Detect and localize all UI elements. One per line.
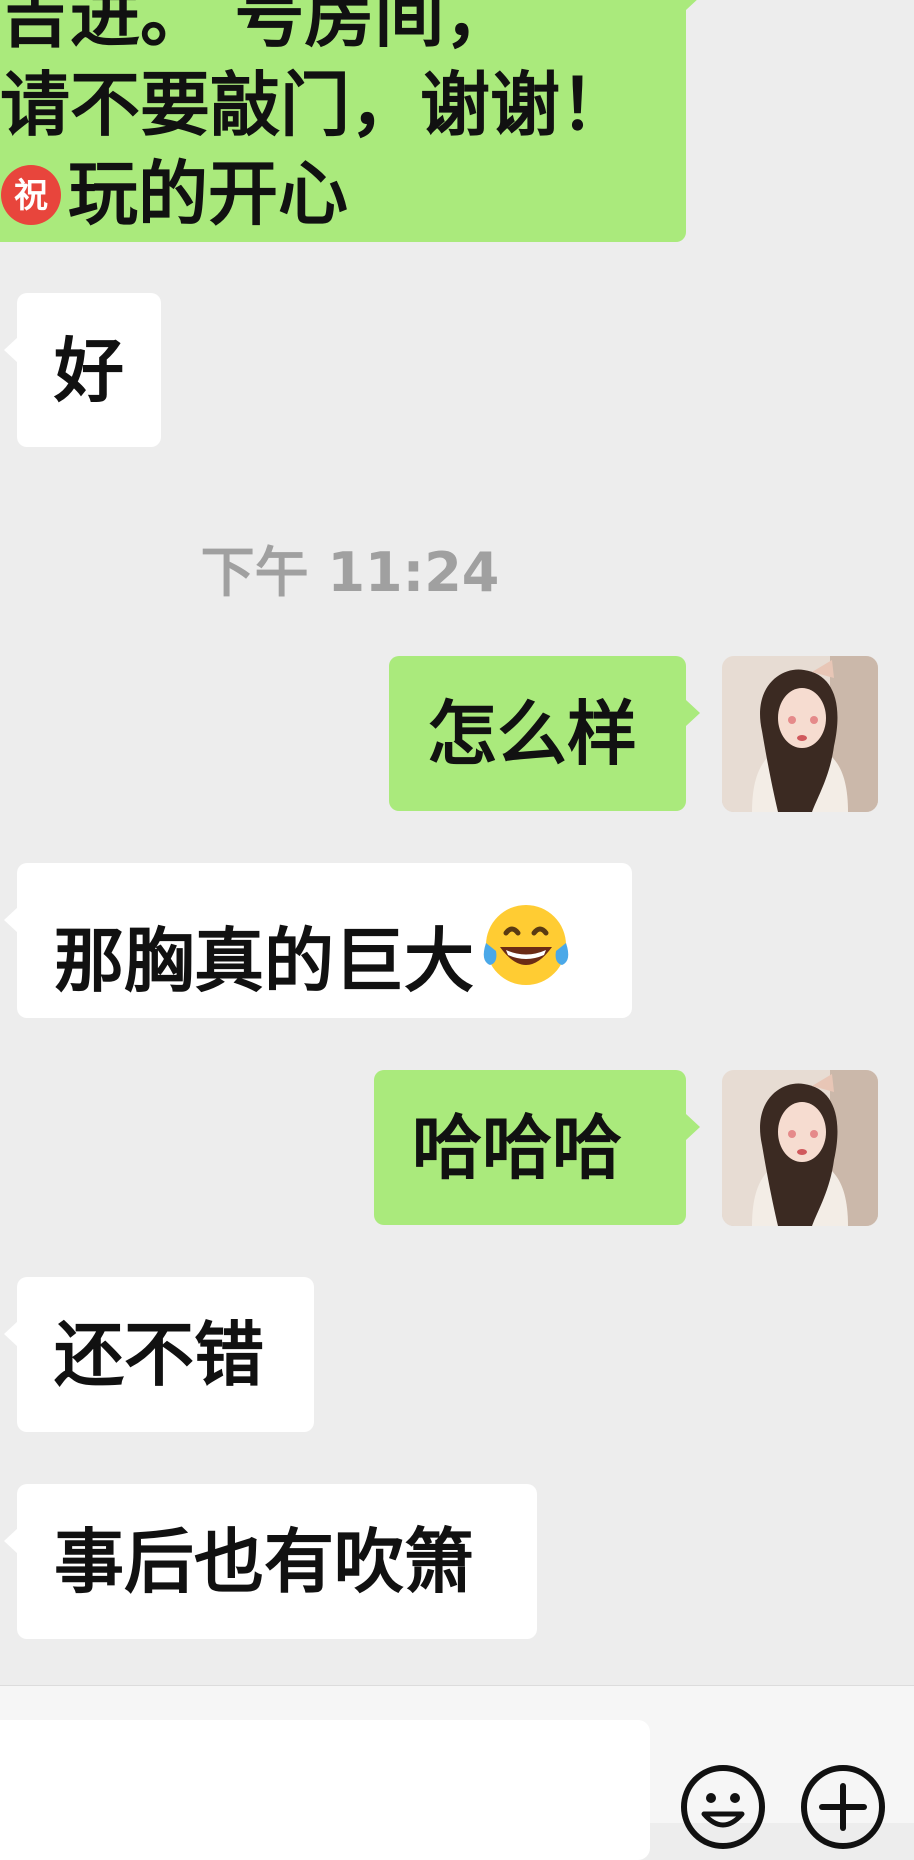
notice-line-3-text: 玩的开心 (68, 152, 348, 235)
notice-line-2: 请不要敲门，谢谢！ (0, 63, 630, 146)
message-text: 好 (54, 330, 124, 412)
message-bubble-outgoing-notice[interactable]: 吉进。 号房间， 请不要敲门，谢谢！ 祝 玩的开心 (0, 0, 700, 242)
message-text: 那胸真的巨大 (54, 920, 474, 1002)
message-text: 怎么样 (427, 693, 637, 775)
chat-timestamp: 下午 11:24 (200, 541, 500, 604)
notice-line-1: 吉进。 号房间， (0, 0, 515, 57)
avatar-portrait-icon (722, 656, 878, 812)
notice-line-3: 祝 玩的开心 (0, 150, 686, 247)
message-bubble-incoming[interactable]: 事后也有吹箫 (4, 1484, 537, 1639)
message-text: 哈哈哈 (412, 1107, 622, 1189)
message-bubble-outgoing[interactable]: 怎么样 (389, 656, 700, 811)
message-bubble-incoming[interactable]: 还不错 (4, 1277, 314, 1432)
plus-circle-icon[interactable] (800, 1764, 886, 1854)
message-bubble-incoming[interactable]: 好 (4, 293, 161, 447)
message-text: 还不错 (54, 1314, 264, 1396)
chat-input-bar (0, 1685, 914, 1860)
congratulations-icon: 祝 (0, 158, 62, 247)
message-input[interactable] (0, 1720, 650, 1860)
avatar[interactable] (722, 1070, 878, 1226)
message-bubble-incoming[interactable]: 那胸真的巨大 (4, 863, 632, 1018)
laughing-tears-emoji-icon (478, 897, 574, 1014)
avatar[interactable] (722, 656, 878, 812)
smiley-face-icon[interactable] (680, 1764, 766, 1854)
avatar-portrait-icon (722, 1070, 878, 1226)
message-bubble-outgoing[interactable]: 哈哈哈 (374, 1070, 700, 1225)
congratulations-glyph: 祝 (14, 176, 48, 216)
message-text: 事后也有吹箫 (54, 1521, 474, 1603)
